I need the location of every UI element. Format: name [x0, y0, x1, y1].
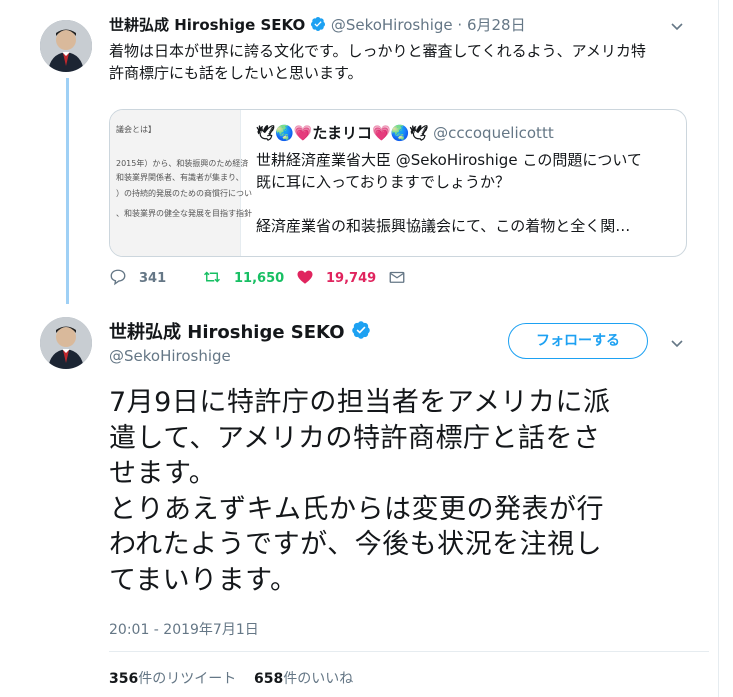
reply-button[interactable]: 341 — [109, 268, 166, 286]
tweet2-text-line: とりあえずキム氏からは変更の発表が行 — [109, 493, 604, 525]
quoted-text-line: 経済産業省の和装振興協議会にて、この着物と全く関… — [256, 217, 631, 235]
envelope-icon — [389, 271, 405, 283]
verified-badge-icon — [310, 16, 326, 36]
stats-divider — [109, 651, 709, 652]
tweet2-text-line: せます。 — [109, 458, 217, 489]
tweet2-text-line: われたようですが、今後も状況を注視し — [109, 529, 603, 560]
direct-message-button[interactable] — [388, 268, 418, 286]
retweet-stat-label: 件のリツイート — [138, 671, 237, 687]
quoted-author-handle: @cccoquelicottt — [433, 124, 554, 142]
retweet-icon — [203, 271, 221, 283]
image-text: 2015年）から、和装振興のため経済 — [116, 159, 249, 168]
quoted-text-line: 世耕経済産業省大臣 @SekoHiroshige この問題について — [256, 151, 642, 169]
image-text: 、和装業界の健全な発展を目指す指針 — [116, 209, 252, 218]
header-separator: · — [457, 16, 463, 34]
image-text: 和装業界関係者、有識者が集まり、 — [116, 173, 244, 182]
chevron-down-icon[interactable] — [669, 335, 685, 355]
tweet1-handle[interactable]: @SekoHiroshige — [331, 16, 453, 34]
quoted-tweet-text: 世耕経済産業省大臣 @SekoHiroshige この問題について 既に耳に入っ… — [256, 149, 676, 237]
tweet1-avatar[interactable] — [40, 20, 92, 72]
reply-icon — [110, 269, 126, 286]
heart-icon — [297, 270, 313, 284]
image-text: ）の持続的発展のための商慣行につい — [116, 189, 252, 198]
tweet2-author-name[interactable]: 世耕弘成 Hiroshige SEKO — [109, 318, 371, 345]
tweet2-text-line: 7月9日に特許庁の担当者をアメリカに派 — [109, 387, 611, 418]
like-stat-label: 件のいいね — [283, 671, 354, 687]
thread-connector-line — [66, 78, 69, 304]
tweet1-text: 着物は日本が世界に誇る文化です。しっかりと審査してくれるよう、アメリカ特 許商標… — [109, 40, 699, 84]
tweet2-stats: 356件のリツイート 658件のいいね — [109, 668, 353, 688]
retweet-stat[interactable]: 356件のリツイート — [109, 671, 236, 687]
tweet2-text: 7月9日に特許庁の担当者をアメリカに派 遣して、アメリカの特許商標庁と話をさ せ… — [109, 385, 709, 598]
like-count: 19,749 — [326, 271, 377, 286]
timeline-right-border — [718, 0, 719, 697]
tweet2-author-name-text: 世耕弘成 Hiroshige SEKO — [109, 322, 345, 343]
quoted-author-name: 🕊🌏💗たまリコ💗🌏🕊 — [256, 124, 429, 142]
like-stat-count: 658 — [254, 671, 284, 687]
like-button[interactable]: 19,749 — [296, 268, 376, 286]
reply-count: 341 — [139, 271, 167, 286]
tweet2-timestamp[interactable]: 20:01 - 2019年7月1日 — [109, 619, 259, 639]
quoted-text-line: 既に耳に入っておりますでしょうか？ — [256, 173, 510, 191]
image-text: 議会とは】 — [116, 125, 156, 134]
retweet-button[interactable]: 11,650 — [202, 268, 284, 286]
quoted-tweet-card[interactable]: 議会とは】 2015年）から、和装振興のため経済 和装業界関係者、有識者が集まり… — [109, 109, 687, 257]
tweet1-header: 世耕弘成 Hiroshige SEKO @SekoHiroshige · 6月2… — [109, 14, 526, 36]
chevron-down-icon[interactable] — [669, 18, 685, 38]
verified-badge-icon — [351, 320, 371, 345]
follow-button[interactable]: フォローする — [508, 323, 648, 359]
tweet2-handle[interactable]: @SekoHiroshige — [109, 347, 231, 365]
tweet2-text-line: 遣して、アメリカの特許商標庁と話をさ — [109, 422, 601, 454]
tweet1-date[interactable]: 6月28日 — [467, 16, 526, 34]
retweet-count: 11,650 — [234, 271, 285, 286]
tweet1-text-line: 着物は日本が世界に誇る文化です。しっかりと審査してくれるよう、アメリカ特 — [109, 42, 646, 60]
tweet1-author-name[interactable]: 世耕弘成 Hiroshige SEKO — [109, 16, 305, 34]
tweet2-text-line: てまいります。 — [109, 564, 298, 596]
tweet2-avatar[interactable] — [40, 317, 92, 369]
retweet-stat-count: 356 — [109, 671, 139, 687]
quoted-tweet-image[interactable]: 議会とは】 2015年）から、和装振興のため経済 和装業界関係者、有識者が集まり… — [110, 110, 252, 256]
quoted-tweet-body: 🕊🌏💗たまリコ💗🌏🕊 @cccoquelicottt 世耕経済産業省大臣 @Se… — [256, 122, 676, 237]
tweet1-text-line: 許商標庁にも話をしたいと思います。 — [109, 64, 363, 82]
like-stat[interactable]: 658件のいいね — [254, 671, 353, 687]
